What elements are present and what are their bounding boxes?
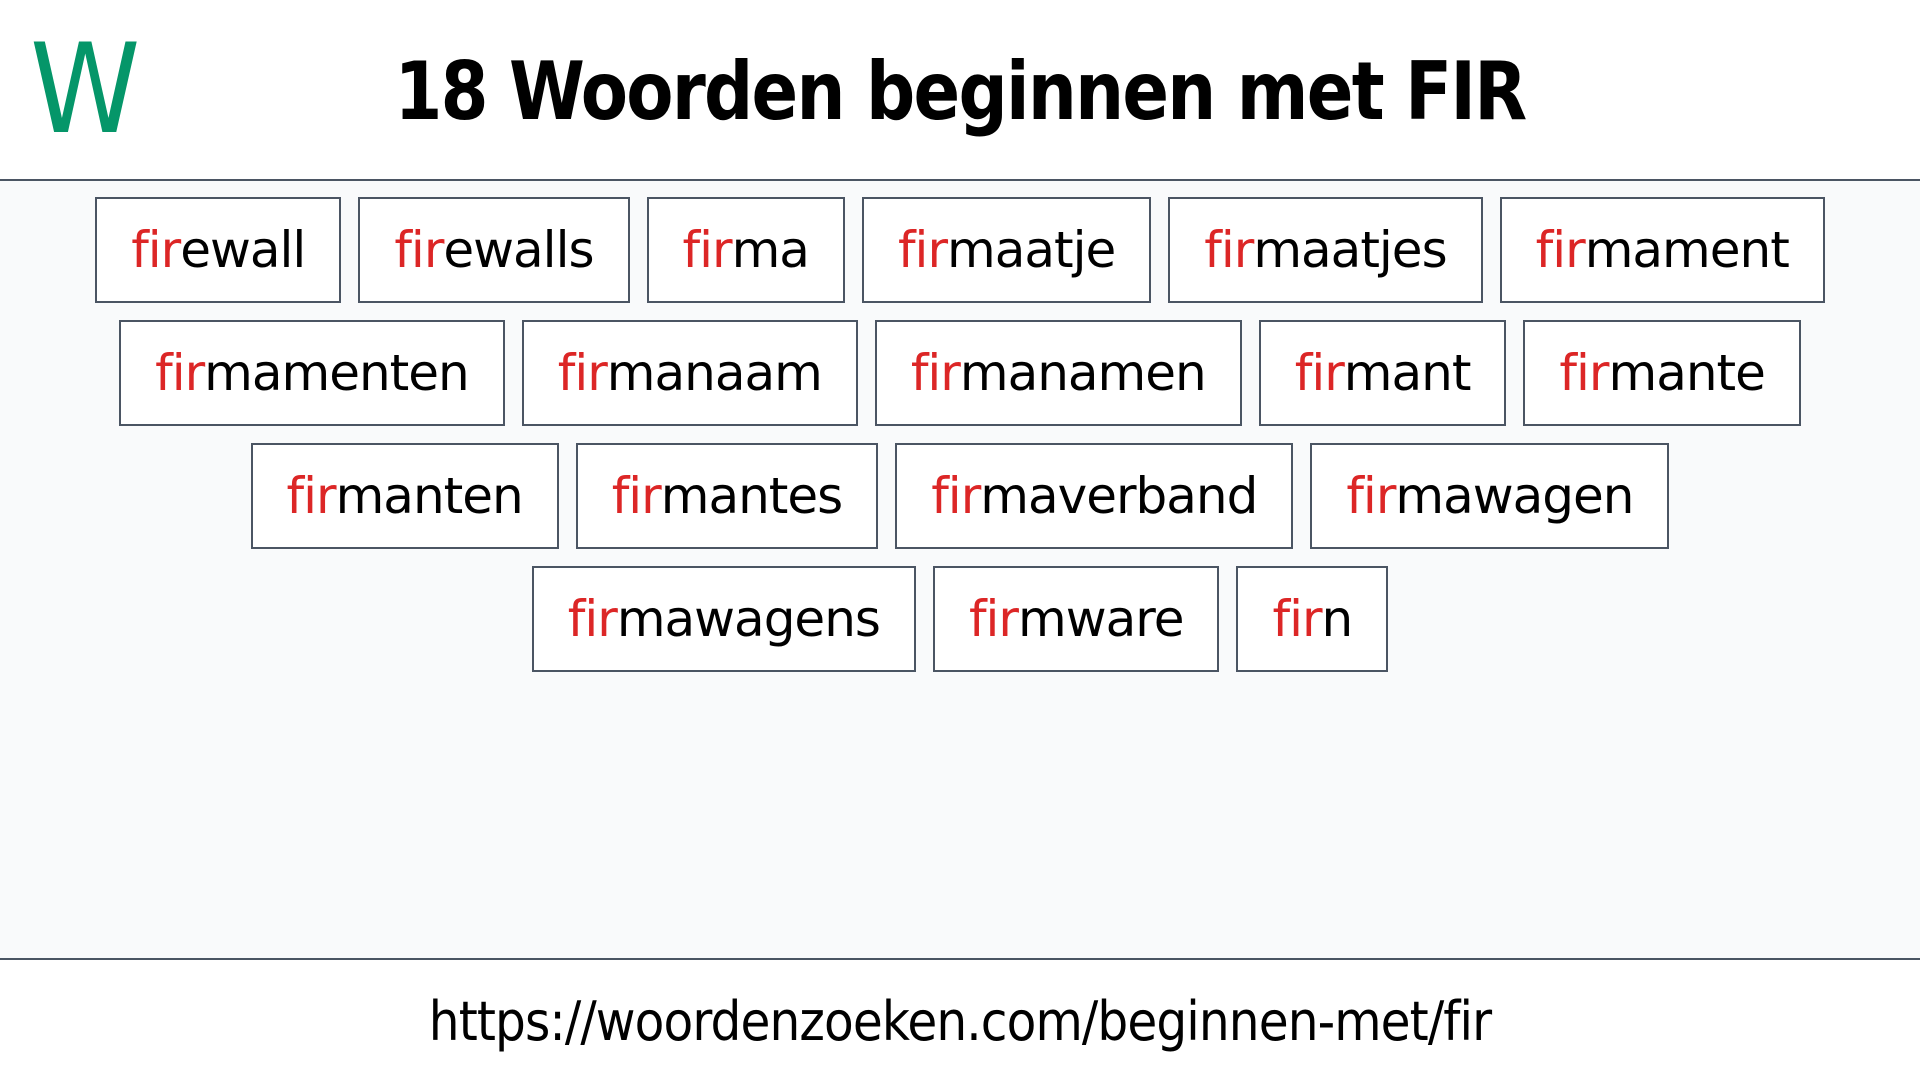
word-item[interactable]: fir ewall [95,197,342,303]
word-prefix: fir [1346,467,1396,525]
logo-icon[interactable]: W [30,28,140,152]
word-item[interactable]: fir mawagens [531,566,916,672]
word-prefix: fir [1204,221,1254,279]
word-item[interactable]: fir mamenten [119,320,505,426]
word-item[interactable]: fir manten [250,443,559,549]
word-prefix: fir [968,590,1019,648]
word-prefix: fir [611,467,662,525]
word-rest: mament [1584,221,1790,279]
word-rest: maatjes [1253,221,1447,279]
word-rest: mamenten [204,344,470,402]
word-rest: manaam [606,344,823,402]
word-prefix: fir [131,221,181,279]
word-prefix: fir [1272,590,1322,648]
word-item[interactable]: fir mware [932,566,1220,672]
word-rest: mware [1018,590,1184,648]
word-prefix: fir [1294,344,1345,402]
word-rest: maverband [980,467,1258,525]
word-rest: n [1321,590,1354,648]
word-prefix: fir [910,344,961,402]
word-prefix: fir [931,467,981,525]
word-prefix: fir [682,221,733,279]
word-item[interactable]: fir manamen [874,320,1242,426]
word-item[interactable]: fir manaam [521,320,858,426]
word-item[interactable]: fir mante [1523,320,1801,426]
word-rest: maatje [947,221,1116,279]
word-item[interactable]: fir mant [1258,320,1507,426]
word-item[interactable]: fir ewalls [358,197,630,303]
footer: https://woordenzoeken.com/beginnen-met/f… [0,958,1920,1082]
word-rest: manamen [959,344,1207,402]
word-item[interactable]: fir mament [1499,197,1825,303]
word-rest: mawagen [1395,467,1634,525]
word-prefix: fir [897,221,948,279]
word-prefix: fir [557,344,608,402]
word-list-area: fir ewall fir ewalls fir ma fir maatje fir maatje… [0,181,1920,958]
page-title: 18 Woorden beginnen met FIR [394,45,1527,138]
word-item[interactable]: fir mantes [575,443,879,549]
word-prefix: fir [155,344,205,402]
word-prefix: fir [394,221,444,279]
word-item[interactable]: fir maatjes [1168,197,1483,303]
word-rest: manten [335,467,524,525]
word-rest: ewalls [443,221,594,279]
word-item[interactable]: fir n [1236,566,1389,672]
word-prefix: fir [1559,344,1609,402]
word-item[interactable]: fir maatje [861,197,1152,303]
word-prefix: fir [567,590,618,648]
word-item[interactable]: fir ma [646,197,845,303]
word-item[interactable]: fir maverband [895,443,1294,549]
word-prefix: fir [1535,221,1586,279]
word-rest: mant [1343,344,1472,402]
header: W 18 Woorden beginnen met FIR [0,0,1920,181]
word-rest: mantes [660,467,843,525]
word-list: fir ewall fir ewalls fir ma fir maatje fir maatje… [60,197,1860,672]
word-item[interactable]: fir mawagen [1310,443,1670,549]
word-rest: mawagens [616,590,881,648]
site-url: https://woordenzoeken.com/beginnen-met/f… [428,990,1492,1053]
word-rest: ma [731,221,810,279]
word-rest: mante [1608,344,1765,402]
word-rest: ewall [180,221,306,279]
word-prefix: fir [286,467,337,525]
